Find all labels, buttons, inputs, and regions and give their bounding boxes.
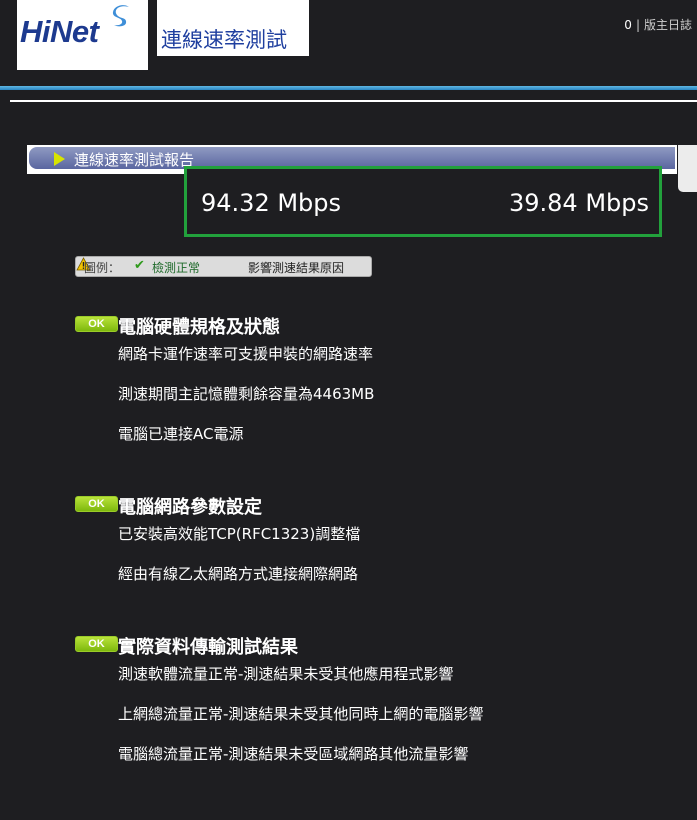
report-title: 連線速率測試報告: [74, 151, 195, 169]
legend-ok-text: 檢測正常: [152, 261, 201, 275]
section-title: 電腦硬體規格及狀態: [118, 317, 280, 338]
legend-label: 圖例：: [84, 261, 121, 275]
list-item: 測速軟體流量正常-測速結果未受其他應用程式影響: [118, 665, 454, 683]
visitor-count: 0: [624, 18, 632, 32]
logo-swoosh-icon: [112, 5, 129, 27]
list-item: 測速期間主記憶體剩餘容量為4463MB: [118, 385, 375, 403]
legend-box: 圖例： ✔ 檢測正常 影響測速結果原因: [75, 256, 372, 277]
play-arrow-icon: [54, 152, 65, 166]
side-panel-tab[interactable]: [678, 145, 697, 192]
app-title-box: 連線速率測試: [157, 0, 309, 56]
speed-results-box: 94.32 Mbps 39.84 Mbps: [184, 166, 662, 237]
list-item: 網路卡運作速率可支援申裝的網路速率: [118, 345, 374, 363]
list-item: 經由有線乙太網路方式連接網際網路: [118, 565, 359, 583]
ok-badge: OK: [75, 496, 118, 512]
app-title: 連線速率測試: [161, 28, 287, 52]
list-item: 電腦總流量正常-測速結果未受區域網路其他流量影響: [118, 745, 469, 763]
link-separator: |: [635, 18, 640, 32]
ok-badge: OK: [75, 316, 118, 332]
hinet-logo[interactable]: HiNet: [17, 0, 148, 70]
top-right-links: 0 | 版主日誌: [624, 16, 692, 33]
header-divider-line: [10, 100, 697, 102]
section-title: 電腦網路參數設定: [118, 497, 262, 518]
ok-badge: OK: [75, 636, 118, 652]
download-speed: 94.32 Mbps: [201, 189, 342, 217]
copyright-link[interactable]: 版主日誌: [644, 18, 692, 32]
list-item: 電腦已連接AC電源: [118, 425, 244, 443]
list-item: 上網總流量正常-測速結果未受其他同時上網的電腦影響: [118, 705, 484, 723]
header-divider-bar: [0, 86, 697, 90]
upload-speed: 39.84 Mbps: [508, 189, 649, 217]
legend-warning-text: 影響測速結果原因: [248, 261, 345, 275]
section-title: 實際資料傳輸測試結果: [118, 637, 298, 658]
logo-text: HiNet: [20, 14, 99, 49]
list-item: 已安裝高效能TCP(RFC1323)調整檔: [118, 525, 361, 543]
checkmark-icon: ✔: [134, 258, 145, 273]
